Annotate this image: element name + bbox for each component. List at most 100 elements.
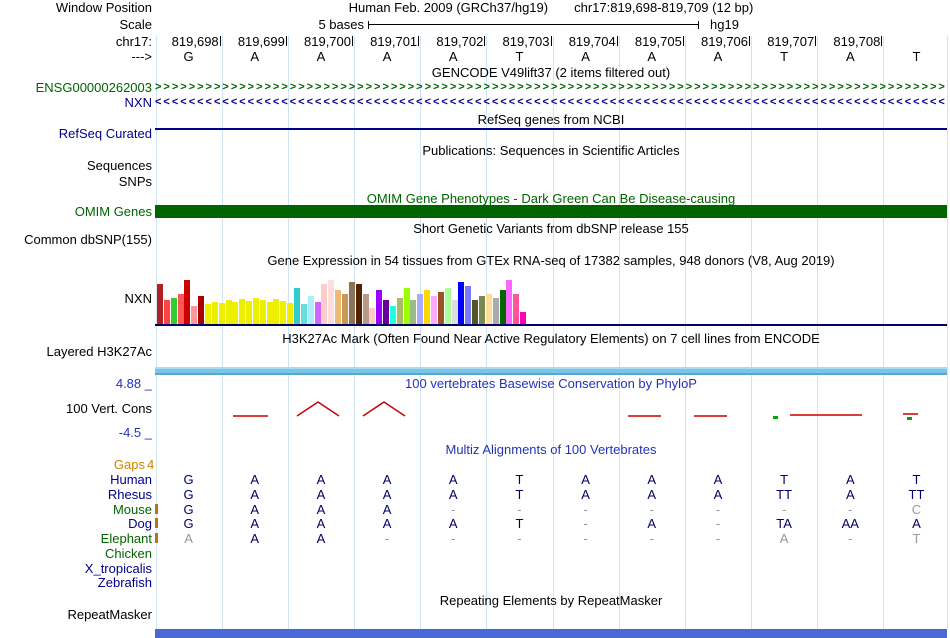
ruler-position: 819,700 bbox=[304, 34, 351, 49]
gtex-bar bbox=[328, 280, 335, 324]
species-label-elephant[interactable]: Elephant bbox=[101, 532, 152, 545]
ruler-tick bbox=[749, 36, 751, 46]
species-label-zebrafish[interactable]: Zebrafish bbox=[98, 576, 152, 589]
gtex-bar bbox=[472, 300, 479, 324]
track-heading-gtex[interactable]: Gene Expression in 54 tissues from GTEx … bbox=[155, 254, 947, 267]
assembly-title: Human Feb. 2009 (GRCh37/hg19) bbox=[348, 0, 549, 15]
gtex-expression-bars[interactable] bbox=[157, 276, 537, 324]
gtex-bar bbox=[410, 300, 417, 324]
ruler-tick bbox=[881, 36, 883, 46]
gtex-bar bbox=[355, 284, 362, 324]
alignment-base: TA bbox=[776, 516, 792, 531]
gtex-bar bbox=[513, 294, 520, 324]
alignment-base: A bbox=[316, 502, 326, 517]
reference-base: T bbox=[515, 49, 524, 64]
track-label-sequences[interactable]: Sequences bbox=[87, 159, 152, 172]
refseq-gene-line[interactable] bbox=[155, 128, 947, 130]
reference-base: A bbox=[382, 49, 392, 64]
alignment-base: A bbox=[912, 516, 921, 531]
gtex-bar bbox=[437, 292, 444, 324]
gtex-bar bbox=[485, 294, 492, 324]
alignment-base: - bbox=[848, 502, 853, 517]
track-heading-multiz[interactable]: Multiz Alignments of 100 Vertebrates bbox=[155, 443, 947, 456]
alignment-base: A bbox=[250, 516, 260, 531]
ruler-tick bbox=[285, 36, 287, 46]
track-heading-omim[interactable]: OMIM Gene Phenotypes - Dark Green Can Be… bbox=[155, 192, 947, 205]
alignment-base: A bbox=[250, 531, 260, 546]
track-label-repeatmasker[interactable]: RepeatMasker bbox=[67, 608, 152, 621]
track-label-gtex-gene[interactable]: NXN bbox=[125, 292, 152, 305]
reference-base: A bbox=[448, 49, 458, 64]
reference-base: A bbox=[647, 49, 657, 64]
alignment-base: A bbox=[382, 502, 392, 517]
track-label-omim-genes[interactable]: OMIM Genes bbox=[75, 205, 152, 218]
species-label-mouse[interactable]: Mouse bbox=[113, 503, 152, 516]
base-guideline bbox=[947, 36, 948, 629]
track-heading-phylop[interactable]: 100 vertebrates Basewise Conservation by… bbox=[155, 377, 947, 390]
gtex-bar bbox=[211, 302, 218, 324]
alignment-base: G bbox=[183, 472, 194, 487]
ruler-position: 819,707 bbox=[767, 34, 815, 49]
alignment-base: T bbox=[912, 472, 921, 487]
alignment-base: - bbox=[848, 531, 853, 546]
reference-base: A bbox=[845, 49, 855, 64]
gtex-bar bbox=[341, 294, 348, 324]
gene-label-NXN[interactable]: NXN bbox=[125, 96, 152, 109]
track-label-snps[interactable]: SNPs bbox=[119, 175, 152, 188]
alignment-insert-tick bbox=[155, 504, 158, 514]
alignment-base: A bbox=[382, 472, 392, 487]
track-heading-dbsnp[interactable]: Short Genetic Variants from dbSNP releas… bbox=[155, 222, 947, 235]
alignment-base: TT bbox=[908, 487, 925, 502]
track-label-phylop-max[interactable]: 4.88 _ bbox=[116, 377, 152, 390]
ruler-tick bbox=[418, 36, 420, 46]
species-label-rhesus[interactable]: Rhesus bbox=[108, 488, 152, 501]
alignment-base: TT bbox=[776, 487, 793, 502]
alignment-base: - bbox=[517, 502, 522, 517]
gtex-bar bbox=[252, 298, 259, 324]
gene-strand-arrows-ENSG00000262003[interactable]: >>>>>>>>>>>>>>>>>>>>>>>>>>>>>>>>>>>>>>>>… bbox=[155, 81, 947, 94]
ruler-position: 819,703 bbox=[502, 34, 550, 49]
gtex-baseline bbox=[155, 324, 947, 326]
alignment-base: A bbox=[448, 516, 458, 531]
track-label-refseq-curated[interactable]: RefSeq Curated bbox=[59, 127, 152, 140]
omim-gene-bar[interactable] bbox=[155, 205, 947, 218]
gene-strand-arrows-NXN[interactable]: <<<<<<<<<<<<<<<<<<<<<<<<<<<<<<<<<<<<<<<<… bbox=[155, 96, 947, 109]
alignment-base: A bbox=[250, 502, 260, 517]
phylop-wiggle[interactable] bbox=[155, 390, 947, 435]
alignment-base: A bbox=[845, 472, 855, 487]
track-heading-refseq[interactable]: RefSeq genes from NCBI bbox=[155, 113, 947, 126]
species-label-human[interactable]: Human bbox=[110, 473, 152, 486]
reference-base: A bbox=[250, 49, 260, 64]
track-label-layered-h3k27ac[interactable]: Layered H3K27Ac bbox=[46, 345, 152, 358]
ruler-tick bbox=[815, 36, 817, 46]
bottom-blue-bar bbox=[155, 629, 947, 638]
track-label-common-dbsnp[interactable]: Common dbSNP(155) bbox=[24, 233, 152, 246]
track-heading-gencode[interactable]: GENCODE V49lift37 (2 items filtered out) bbox=[155, 66, 947, 79]
gtex-bar bbox=[287, 303, 294, 324]
track-heading-publications[interactable]: Publications: Sequences in Scientific Ar… bbox=[155, 144, 947, 157]
alignment-base: G bbox=[183, 487, 194, 502]
track-label-vert-cons[interactable]: 100 Vert. Cons bbox=[66, 402, 152, 415]
alignment-base: - bbox=[781, 502, 787, 517]
species-label-chicken[interactable]: Chicken bbox=[105, 547, 152, 560]
alignment-base: - bbox=[649, 531, 654, 546]
alignment-base: A bbox=[779, 531, 789, 546]
track-label-gaps[interactable]: Gaps bbox=[114, 458, 145, 471]
chromosome-label: chr17: bbox=[115, 34, 152, 49]
alignment-base: A bbox=[647, 516, 657, 531]
track-heading-h3k27ac[interactable]: H3K27Ac Mark (Often Found Near Active Re… bbox=[155, 332, 947, 345]
species-label-x_tropicalis[interactable]: X_tropicalis bbox=[85, 562, 152, 575]
gtex-bar bbox=[259, 300, 266, 324]
ruler-position: 819,702 bbox=[436, 34, 484, 49]
gene-label-ENSG00000262003[interactable]: ENSG00000262003 bbox=[36, 81, 152, 94]
gtex-bar bbox=[383, 300, 390, 324]
gtex-bar bbox=[184, 280, 191, 324]
alignment-base: A bbox=[316, 516, 326, 531]
species-label-dog[interactable]: Dog bbox=[128, 517, 152, 530]
alignment-base: A bbox=[184, 531, 193, 546]
h3k27ac-signal-band[interactable] bbox=[155, 367, 947, 375]
reference-base: T bbox=[912, 49, 921, 64]
gtex-bar bbox=[300, 304, 307, 324]
track-label-phylop-min[interactable]: -4.5 _ bbox=[119, 426, 152, 439]
track-heading-repeatmasker[interactable]: Repeating Elements by RepeatMasker bbox=[155, 594, 947, 607]
